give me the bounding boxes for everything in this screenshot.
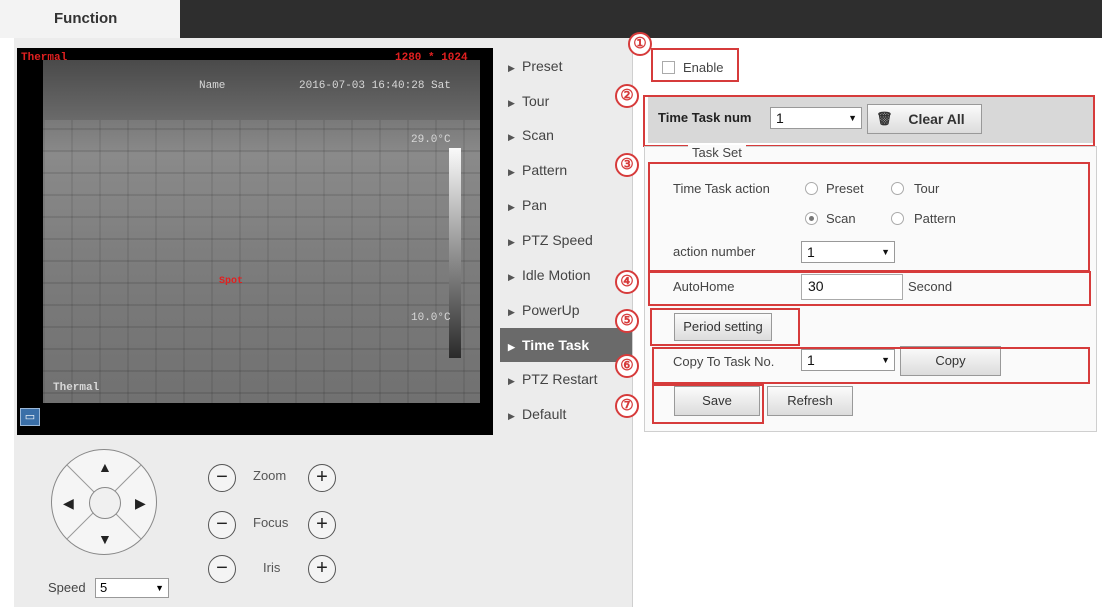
menu-item-tour[interactable]: ▶ Tour	[500, 84, 632, 118]
chevron-right-icon: ▶	[508, 342, 515, 352]
iris-open-button[interactable]: +	[308, 555, 336, 583]
chevron-right-icon: ▶	[508, 132, 515, 142]
menu-item-label: Pan	[522, 197, 547, 213]
video-overlay-resolution: 1280 * 1024	[395, 52, 468, 64]
ptz-center-button[interactable]	[89, 487, 121, 519]
menu-item-label: Preset	[522, 58, 563, 74]
chevron-right-icon: ▶	[508, 98, 515, 108]
menu-item-powerup[interactable]: ▶ PowerUp	[500, 293, 632, 327]
chevron-right-icon: ▶	[508, 63, 515, 73]
menu-item-label: PowerUp	[522, 302, 580, 318]
zoom-in-button[interactable]: +	[308, 464, 336, 492]
annotation-box-7	[652, 384, 764, 424]
speed-label: Speed	[48, 580, 86, 595]
menu-item-default[interactable]: ▶ Default	[500, 397, 632, 431]
menu-item-idle-motion[interactable]: ▶ Idle Motion	[500, 258, 632, 292]
annotation-box-2	[643, 95, 1095, 147]
annotation-box-1	[651, 48, 739, 82]
top-bar-left-spacer	[0, 0, 30, 38]
menu-item-ptz-restart[interactable]: ▶ PTZ Restart	[500, 362, 632, 396]
video-camera-name: Name	[199, 80, 226, 92]
video-timestamp: 2016-07-03 16:40:28 Sat	[299, 80, 451, 92]
live-video-view[interactable]: Thermal 1280 * 1024 Name 2016-07-03 16:4…	[17, 48, 493, 435]
ptz-up-arrow-icon[interactable]: ▲	[98, 460, 112, 474]
annotation-badge-2: ②	[615, 84, 639, 108]
video-channel-label: Thermal	[53, 382, 100, 394]
annotation-badge-5: ⑤	[615, 309, 639, 333]
menu-item-label: PTZ Restart	[522, 371, 598, 387]
annotation-badge-1: ①	[628, 32, 652, 56]
annotation-badge-6: ⑥	[615, 354, 639, 378]
video-temp-low: 10.0°C	[411, 312, 451, 324]
video-overlay-title: Thermal	[21, 52, 68, 64]
chevron-right-icon: ▶	[508, 411, 515, 421]
focus-label: Focus	[253, 515, 289, 530]
task-set-title: Task Set	[688, 145, 746, 160]
chevron-right-icon: ▶	[508, 307, 515, 317]
annotation-box-5	[650, 308, 800, 346]
chevron-down-icon: ▼	[155, 583, 164, 593]
refresh-button[interactable]: Refresh	[767, 386, 853, 416]
iris-label: Iris	[263, 560, 281, 575]
annotation-box-6	[652, 347, 1090, 384]
iris-close-button[interactable]: −	[208, 555, 236, 583]
menu-item-pan[interactable]: ▶ Pan	[500, 188, 632, 222]
menu-item-label: Pattern	[522, 162, 568, 178]
menu-item-pattern[interactable]: ▶ Pattern	[500, 153, 632, 187]
menu-item-label: PTZ Speed	[522, 232, 593, 248]
annotation-badge-4: ④	[615, 270, 639, 294]
annotation-badge-7: ⑦	[615, 394, 639, 418]
menu-item-label: Time Task	[522, 337, 590, 353]
chevron-right-icon: ▶	[508, 167, 515, 177]
annotation-badge-3: ③	[615, 153, 639, 177]
chevron-right-icon: ▶	[508, 376, 515, 386]
menu-item-ptz-speed[interactable]: ▶ PTZ Speed	[500, 223, 632, 257]
ptz-left-arrow-icon[interactable]: ◀	[63, 496, 74, 510]
chevron-right-icon: ▶	[508, 237, 515, 247]
menu-item-label: Idle Motion	[522, 267, 591, 283]
window-switch-icon[interactable]: ▭	[20, 408, 40, 426]
video-toolbar	[17, 403, 493, 435]
annotation-box-3	[648, 162, 1090, 272]
chevron-right-icon: ▶	[508, 202, 515, 212]
ptz-direction-pad: ▲ ▼ ◀ ▶	[51, 449, 157, 555]
menu-item-scan[interactable]: ▶ Scan	[500, 118, 632, 152]
video-temp-high: 29.0°C	[411, 134, 451, 146]
tab-function[interactable]: Function	[30, 0, 180, 38]
menu-item-label: Scan	[522, 127, 554, 143]
focus-far-button[interactable]: +	[308, 511, 336, 539]
menu-item-label: Tour	[522, 93, 550, 109]
zoom-label: Zoom	[253, 468, 287, 483]
menu-item-time-task[interactable]: ▶ Time Task	[500, 328, 632, 362]
chevron-right-icon: ▶	[508, 272, 515, 282]
temperature-scale-bar	[449, 148, 461, 358]
focus-near-button[interactable]: −	[208, 511, 236, 539]
menu-item-preset[interactable]: ▶ Preset	[500, 49, 632, 83]
speed-value: 5	[100, 580, 108, 595]
ptz-down-arrow-icon[interactable]: ▼	[98, 532, 112, 546]
speed-select[interactable]: 5 ▼	[95, 578, 169, 598]
video-spot-label: Spot	[219, 276, 244, 287]
menu-item-label: Default	[522, 406, 567, 422]
zoom-out-button[interactable]: −	[208, 464, 236, 492]
annotation-box-4	[648, 271, 1091, 306]
ptz-function-page: Function Thermal 1280 * 1024 Name 2016-0…	[0, 0, 1102, 607]
ptz-right-arrow-icon[interactable]: ▶	[135, 496, 146, 510]
